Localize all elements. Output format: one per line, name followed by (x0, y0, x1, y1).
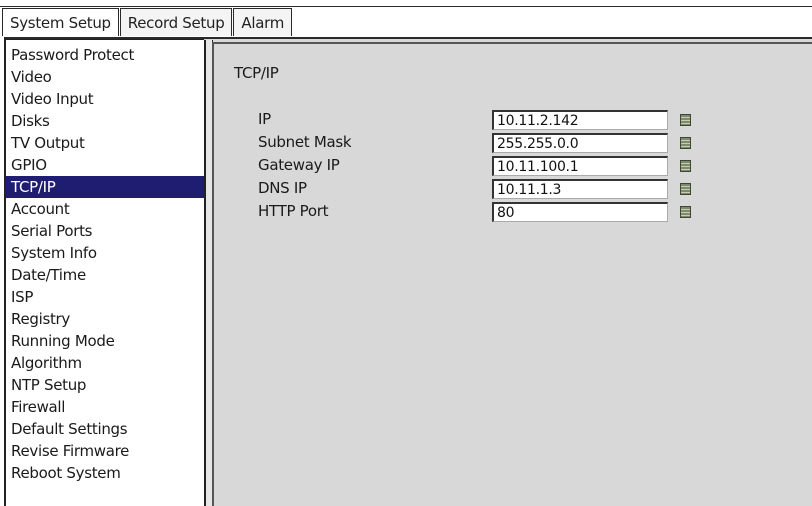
dns-ip-field[interactable] (492, 179, 668, 199)
gateway-ip-row: Gateway IP (258, 154, 798, 176)
ip-label: IP (258, 110, 271, 128)
sidebar-item-running-mode[interactable]: Running Mode (6, 330, 204, 352)
ip-field[interactable] (492, 110, 668, 130)
sidebar-item-tcp-ip[interactable]: TCP/IP (6, 176, 204, 198)
dns-ip-label: DNS IP (258, 179, 307, 197)
sidebar-item-serial-ports[interactable]: Serial Ports (6, 220, 204, 242)
tab-system-setup[interactable]: System Setup (2, 8, 119, 36)
tcp-ip-settings-panel: TCP/IP IP Subnet Mask Gateway IP DNS IP … (212, 42, 812, 506)
subnet-mask-label: Subnet Mask (258, 133, 352, 151)
http-port-row: HTTP Port (258, 200, 798, 222)
gateway-ip-field[interactable] (492, 156, 668, 176)
keyboard-icon[interactable] (680, 137, 691, 149)
sidebar-item-reboot-system[interactable]: Reboot System (6, 462, 204, 484)
sidebar-item-system-info[interactable]: System Info (6, 242, 204, 264)
tab-alarm[interactable]: Alarm (233, 8, 293, 36)
section-title: TCP/IP (234, 64, 279, 82)
menu-list: Password Protect Video Video Input Disks… (6, 40, 204, 484)
http-port-field[interactable] (492, 202, 668, 222)
sidebar-item-disks[interactable]: Disks (6, 110, 204, 132)
gateway-ip-label: Gateway IP (258, 156, 340, 174)
tab-record-setup[interactable]: Record Setup (119, 8, 233, 36)
tab-bar: System Setup Record Setup Alarm (2, 8, 293, 38)
keyboard-icon[interactable] (680, 183, 691, 195)
sidebar-item-isp[interactable]: ISP (6, 286, 204, 308)
keyboard-icon[interactable] (680, 160, 691, 172)
sidebar-item-gpio[interactable]: GPIO (6, 154, 204, 176)
top-border-line (0, 6, 812, 7)
subnet-mask-field[interactable] (492, 133, 668, 153)
sidebar-item-default-settings[interactable]: Default Settings (6, 418, 204, 440)
sidebar-item-video-input[interactable]: Video Input (6, 88, 204, 110)
sidebar-item-ntp-setup[interactable]: NTP Setup (6, 374, 204, 396)
keyboard-icon[interactable] (680, 114, 691, 126)
subnet-mask-row: Subnet Mask (258, 131, 798, 153)
sidebar-item-date-time[interactable]: Date/Time (6, 264, 204, 286)
sidebar-item-algorithm[interactable]: Algorithm (6, 352, 204, 374)
sidebar-item-registry[interactable]: Registry (6, 308, 204, 330)
sidebar-item-account[interactable]: Account (6, 198, 204, 220)
sidebar-item-video[interactable]: Video (6, 66, 204, 88)
sidebar-item-password-protect[interactable]: Password Protect (6, 44, 204, 66)
sidebar-menu: Password Protect Video Video Input Disks… (4, 39, 213, 506)
ip-row: IP (258, 108, 798, 130)
sidebar-item-firewall[interactable]: Firewall (6, 396, 204, 418)
dns-ip-row: DNS IP (258, 177, 798, 199)
sidebar-item-tv-output[interactable]: TV Output (6, 132, 204, 154)
sidebar-item-revise-firmware[interactable]: Revise Firmware (6, 440, 204, 462)
http-port-label: HTTP Port (258, 202, 329, 220)
keyboard-icon[interactable] (680, 206, 691, 218)
